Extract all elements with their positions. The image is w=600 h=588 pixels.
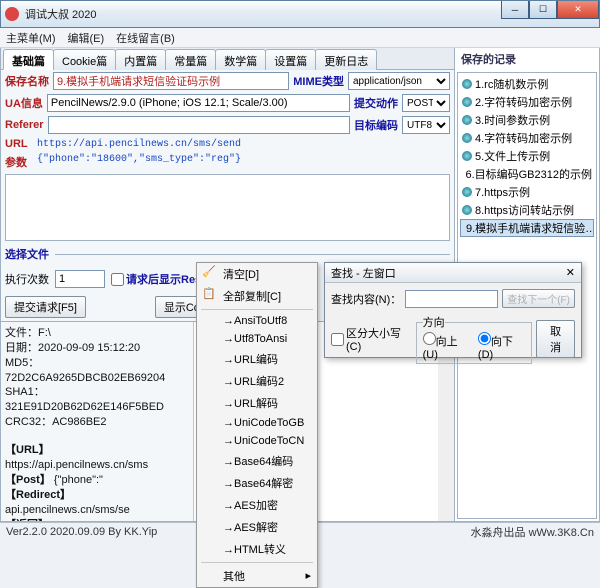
mime-label: MIME类型 [293,73,344,89]
window-titlebar: 调试大叔 2020 ─ ☐ ✕ [0,0,600,28]
url-value[interactable]: https://api.pencilnews.cn/sms/send [37,139,241,150]
close-button[interactable]: ✕ [557,1,599,19]
status-right: 水淼舟出品 wWw.3K8.Cn [471,524,594,540]
tab-1[interactable]: Cookie篇 [53,49,116,70]
context-menu: 🧹清空[D] 📋全部复制[C] →AnsiToUtf8→Utf8ToAnsi→U… [196,262,318,588]
record-item[interactable]: 5.文件上传示例 [460,147,594,165]
submit-action-label: 提交动作 [354,95,398,111]
find-close-icon[interactable]: ✕ [566,266,575,279]
globe-icon [462,97,472,107]
find-cancel-button[interactable]: 取消 [536,320,575,358]
record-item[interactable]: 8.https访问转站示例 [460,201,594,219]
select-file-label[interactable]: 选择文件 [5,246,49,262]
save-name-label: 保存名称 [5,73,49,89]
url-label: URL [5,138,33,150]
find-content-label: 查找内容(N)： [331,291,401,307]
referer-label: Referer [5,119,44,131]
target-encoding-label: 目标编码 [354,117,398,133]
menu-item[interactable]: →URL编码 [197,348,317,370]
menu-item[interactable]: →AES解密 [197,516,317,538]
menu-item[interactable]: →Base64解密 [197,472,317,494]
menu-other[interactable]: 其他▸ [197,565,317,587]
tab-2[interactable]: 内置篇 [115,49,166,70]
tab-3[interactable]: 常量篇 [165,49,216,70]
status-left: Ver2.2.0 2020.09.09 By KK.Yip [6,526,157,538]
tab-0[interactable]: 基础篇 [3,49,54,70]
find-dir-down[interactable]: 向下(D) [478,332,525,361]
minimize-button[interactable]: ─ [501,1,529,19]
tab-5[interactable]: 设置篇 [265,49,316,70]
tab-6[interactable]: 更新日志 [315,49,377,70]
find-content-input[interactable] [405,290,498,308]
menu-item[interactable]: →AnsiToUtf8 [197,312,317,330]
mime-select[interactable]: application/json [348,72,450,90]
menu-copy-all[interactable]: 📋全部复制[C] [197,285,317,307]
params-label: 参数 [5,154,33,170]
find-direction-group: 方向 向上(U) 向下(D) [416,314,533,364]
referer-input[interactable] [48,116,350,134]
menu-item[interactable]: →Utf8ToAnsi [197,330,317,348]
menu-item[interactable]: →HTML转义 [197,538,317,560]
save-name-input[interactable] [53,72,289,90]
menu-main[interactable]: 主菜单(M) [6,30,56,46]
record-item[interactable]: 4.字符转码加密示例 [460,129,594,147]
record-item[interactable]: 9.模拟手机端请求短信验… [460,219,594,237]
ua-input[interactable] [47,94,350,112]
submit-action-select[interactable]: POST [402,94,450,112]
globe-icon [462,187,472,197]
params-textarea[interactable] [5,174,450,241]
menu-edit[interactable]: 编辑(E) [68,30,105,46]
find-title: 查找 - 左窗口 [331,265,396,281]
maximize-button[interactable]: ☐ [529,1,557,19]
record-item[interactable]: 7.https示例 [460,183,594,201]
globe-icon [462,115,472,125]
menu-item[interactable]: →AES加密 [197,494,317,516]
globe-icon [462,79,472,89]
run-count-label: 执行次数 [5,271,49,287]
menu-item[interactable]: →URL解码 [197,392,317,414]
menu-item[interactable]: →UniCodeToGB [197,414,317,432]
globe-icon [462,133,472,143]
menu-item[interactable]: →UniCodeToCN [197,432,317,450]
app-icon [5,7,19,21]
find-dialog: 查找 - 左窗口 ✕ 查找内容(N)： 查找下一个(F) 区分大小写(C) 方向… [324,262,582,358]
params-value[interactable]: {"phone":"18600","sms_type":"reg"} [37,154,241,165]
record-item[interactable]: 3.时间参数示例 [460,111,594,129]
globe-icon [462,151,472,161]
tabbar: 基础篇Cookie篇内置篇常量篇数学篇设置篇更新日志 [1,48,454,70]
menu-online[interactable]: 在线留言(B) [116,30,175,46]
window-title: 调试大叔 2020 [25,6,97,22]
target-encoding-select[interactable]: UTF8 [402,116,450,134]
chevron-right-icon: ▸ [305,569,311,582]
copy-icon: 📋 [202,287,216,301]
menubar: 主菜单(M) 编辑(E) 在线留言(B) [0,28,600,48]
tab-4[interactable]: 数学篇 [215,49,266,70]
find-dir-up[interactable]: 向上(U) [423,332,470,361]
result-info-pane: 文件：F:\ 日期：2020-09-09 15:12:20 MD5：72D2C6… [1,322,193,521]
records-heading: 保存的记录 [455,48,599,70]
find-case-checkbox[interactable]: 区分大小写(C) [331,325,412,353]
broom-icon: 🧹 [202,265,216,279]
menu-item[interactable]: →Base64编码 [197,450,317,472]
record-item[interactable]: 2.字符转码加密示例 [460,93,594,111]
run-count-input[interactable] [55,270,105,288]
submit-request-button[interactable]: 提交请求[F5] [5,296,86,318]
record-item[interactable]: 6.目标编码GB2312的示例 [460,165,594,183]
find-next-button[interactable]: 查找下一个(F) [502,289,575,308]
menu-clear[interactable]: 🧹清空[D] [197,263,317,285]
ua-label: UA信息 [5,95,43,111]
menu-item[interactable]: →URL编码2 [197,370,317,392]
record-item[interactable]: 1.rc随机数示例 [460,75,594,93]
globe-icon [462,205,472,215]
